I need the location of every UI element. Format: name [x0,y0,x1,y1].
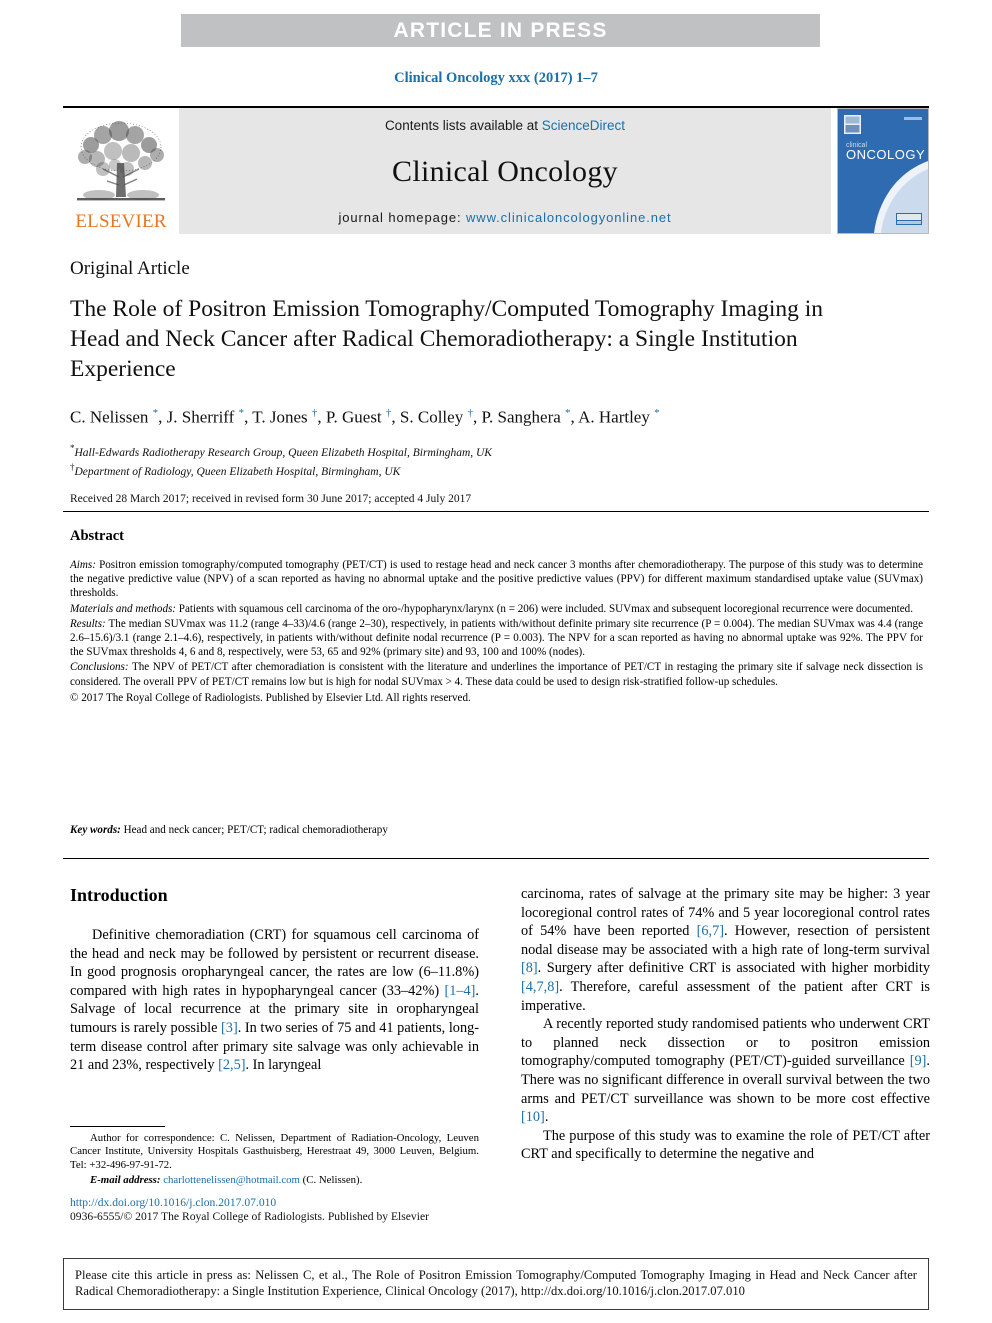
intro-right-text-c: . Surgery after definitive CRT is associ… [537,960,930,977]
keywords-text: Head and neck cancer; PET/CT; radical ch… [120,824,388,836]
body-columns: Introduction Definitive chemoradiation (… [70,885,930,1164]
doi-block: http://dx.doi.org/10.1016/j.clon.2017.07… [70,1196,500,1224]
citation-ref-6-7[interactable]: [6,7] [697,923,724,939]
abstract-heading: Abstract [70,528,124,544]
intro-paragraph-right-3: The purpose of this study was to examine… [521,1127,930,1163]
homepage-label: journal homepage: [338,210,462,225]
article-type-label: Original Article [70,258,190,279]
abstract-copyright: © 2017 The Royal College of Radiologists… [70,691,471,704]
abstract-results: Results: The median SUVmax was 11.2 (ran… [70,617,923,660]
citation-ref-4-7-8[interactable]: [4,7,8] [521,979,559,995]
title-block: Original Article The Role of Positron Em… [70,258,930,505]
author-list: C. Nelissen *, J. Sherriff *, T. Jones †… [70,407,660,427]
footnotes-block: Author for correspondence: C. Nelissen, … [70,1126,479,1188]
doi-link[interactable]: http://dx.doi.org/10.1016/j.clon.2017.07… [70,1196,500,1210]
abstract-aims-label: Aims: [70,559,96,571]
keywords-label: Key words: [70,824,121,836]
contents-available-line: Contents lists available at ScienceDirec… [385,118,625,133]
page-title: The Role of Positron Emission Tomography… [70,296,824,382]
received-dates: Received 28 March 2017; received in revi… [70,493,472,506]
journal-citation-line: Clinical Oncology xxx (2017) 1–7 [394,70,598,86]
citation-ref-8[interactable]: [8] [521,960,538,976]
citation-footer-box: Please cite this article in press as: Ne… [63,1258,929,1310]
intro-right2-text-a: A recently reported study randomised pat… [521,1016,930,1070]
affiliation-2-text: Department of Radiology, Queen Elizabeth… [74,465,401,478]
sciencedirect-link[interactable]: ScienceDirect [542,118,625,133]
intro-paragraph-right-1: carcinoma, rates of salvage at the prima… [521,885,930,1015]
journal-homepage-line: journal homepage: www.clinicaloncologyon… [338,210,671,225]
elsevier-logo: ELSEVIER [63,108,179,234]
email-label: E-mail address: [90,1174,161,1187]
abstract-conclusions-label: Conclusions: [70,661,129,674]
journal-title: Clinical Oncology [392,154,618,188]
journal-cover-art: clinical ONCOLOGY [838,109,928,233]
contents-prefix: Contents lists available at [384,118,542,133]
intro-left-text-d: . In laryngeal [245,1057,322,1074]
intro-right2-text-c: . [544,1109,549,1126]
abstract-methods-label: Materials and methods: [70,602,176,615]
right-column: carcinoma, rates of salvage at the prima… [521,885,930,1164]
abstract-conclusions-text: The NPV of PET/CT after chemoradiation i… [70,661,923,688]
intro-right-text-d: . Therefore, careful assessment of the p… [521,978,930,1014]
svg-text:ONCOLOGY: ONCOLOGY [846,147,925,162]
homepage-url-link[interactable]: www.clinicaloncologyonline.net [466,210,672,225]
introduction-heading: Introduction [70,885,168,905]
article-in-press-banner: ARTICLE IN PRESS [181,14,820,47]
abstract-methods: Materials and methods: Patients with squ… [70,602,923,616]
email-link[interactable]: charlottenelissen@hotmail.com [163,1174,300,1186]
masthead-center-panel: Contents lists available at ScienceDirec… [179,108,831,234]
abstract-results-text: The median SUVmax was 11.2 (range 4–33)/… [70,617,923,659]
citation-ref-9[interactable]: [9] [910,1053,927,1069]
intro-paragraph-left: Definitive chemoradiation (CRT) for squa… [70,926,479,1075]
abstract-results-label: Results: [70,617,106,630]
paper-page: ARTICLE IN PRESS Clinical Oncology xxx (… [0,0,992,1323]
journal-masthead: ELSEVIER Contents lists available at Sci… [63,106,929,234]
keywords-line: Key words: Head and neck cancer; PET/CT;… [70,824,388,836]
citation-ref-3[interactable]: [3] [221,1020,238,1036]
journal-cover-thumbnail: clinical ONCOLOGY [837,108,929,234]
affiliation-1-text: Hall-Edwards Radiotherapy Research Group… [74,446,492,459]
email-suffix: (C. Nelissen). [299,1174,363,1187]
footnote-divider [70,1126,165,1127]
issn-copyright-line: 0936-6555/© 2017 The Royal College of Ra… [70,1210,429,1223]
citation-ref-10[interactable]: [10] [521,1109,545,1125]
article-in-press-label: ARTICLE IN PRESS [393,18,608,42]
abstract-section: Abstract Aims: Positron emission tomogra… [70,528,923,705]
affiliation-1: *Hall-Edwards Radiotherapy Research Grou… [70,441,930,460]
intro-paragraph-right-2: A recently reported study randomised pat… [521,1015,930,1127]
abstract-aims: Aims: Positron emission tomography/compu… [70,558,923,601]
abstract-aims-text: Positron emission tomography/computed to… [70,559,923,600]
citation-ref-2-5[interactable]: [2,5] [218,1057,245,1073]
citation-ref-1-4[interactable]: [1–4] [444,983,475,999]
correspondence-note: Author for correspondence: C. Nelissen, … [70,1132,479,1171]
intro-left-text-a: Definitive chemoradiation (CRT) for squa… [70,927,479,999]
left-column: Introduction Definitive chemoradiation (… [70,885,479,1164]
elsevier-tree-icon [77,121,165,201]
abstract-methods-text: Patients with squamous cell carcinoma of… [176,602,913,615]
abstract-conclusions: Conclusions: The NPV of PET/CT after che… [70,660,923,688]
email-note: E-mail address: charlottenelissen@hotmai… [70,1174,479,1187]
elsevier-wordmark: ELSEVIER [75,211,167,232]
citation-footer-text: Please cite this article in press as: Ne… [75,1268,917,1299]
abstract-top-rule [63,511,929,512]
abstract-bottom-rule [63,858,929,859]
affiliation-2: †Department of Radiology, Queen Elizabet… [70,460,930,479]
